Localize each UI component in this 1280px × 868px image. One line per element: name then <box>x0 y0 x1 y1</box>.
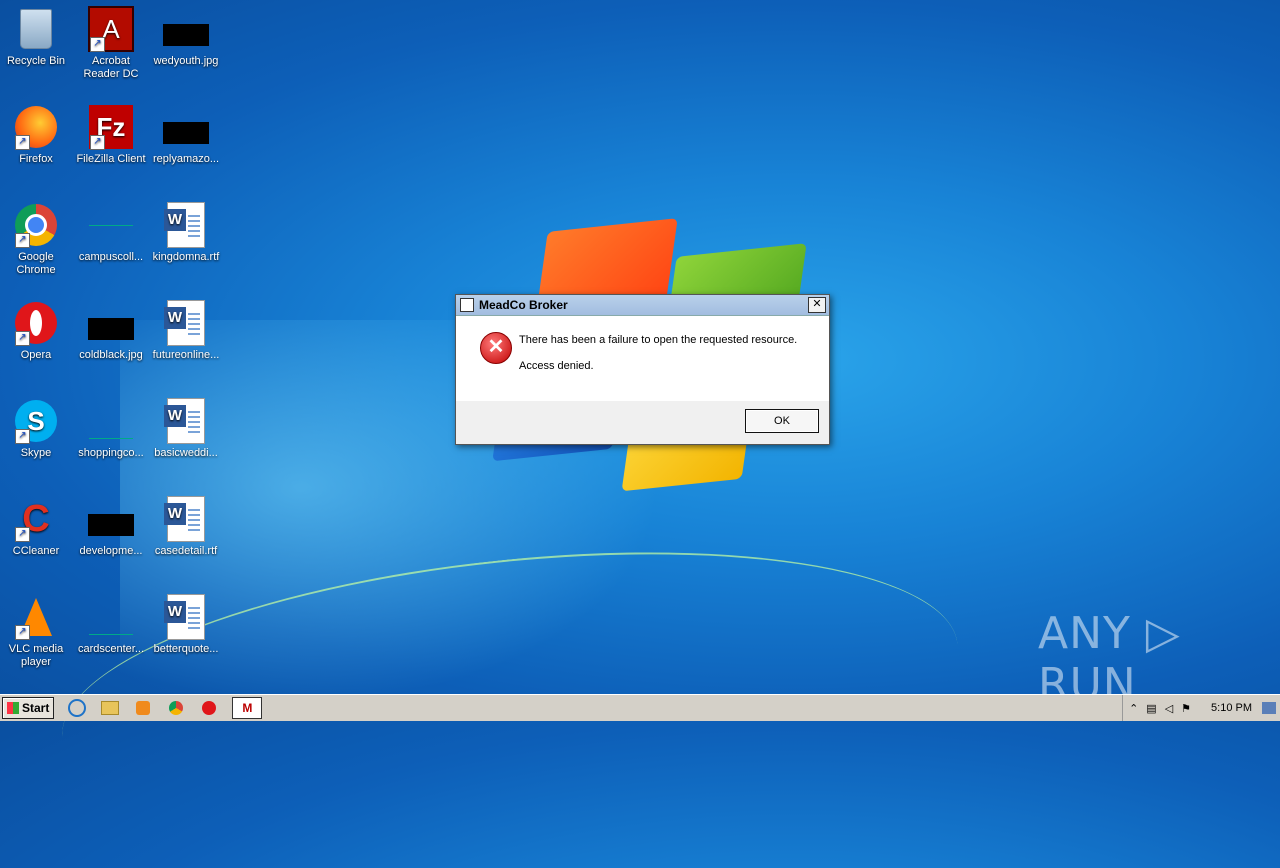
recycle-bin-icon <box>13 6 59 52</box>
desktop-icon-rtf[interactable]: W basicweddi... <box>150 398 222 460</box>
icon-label: kingdomna.rtf <box>152 251 220 263</box>
desktop-icon-recycle-bin[interactable]: Recycle Bin <box>0 6 72 68</box>
shortcut-arrow-icon: ↗ <box>15 527 30 542</box>
icon-label: betterquote... <box>153 643 219 655</box>
action-center-flag-icon[interactable]: ⚑ <box>1181 702 1191 715</box>
icon-label: wedyouth.jpg <box>153 55 219 67</box>
media-player-icon[interactable] <box>133 698 153 718</box>
word-document-icon: W <box>163 300 209 346</box>
icon-label: Recycle Bin <box>6 55 66 67</box>
icon-label: developme... <box>79 545 143 557</box>
clock[interactable]: 5:10 PM <box>1211 702 1252 714</box>
desktop-icon-vlc[interactable]: ↗ VLC media player <box>0 594 72 669</box>
icon-label: shoppingco... <box>78 447 144 459</box>
shortcut-arrow-icon: ↗ <box>15 331 30 346</box>
vlc-cone-icon: ↗ <box>13 594 59 640</box>
desktop-icon-chrome[interactable]: ↗ Google Chrome <box>0 202 72 277</box>
icon-label: futureonline... <box>152 349 220 361</box>
shortcut-arrow-icon: ↗ <box>15 429 30 444</box>
icon-label: Skype <box>20 447 52 459</box>
image-thumbnail-icon <box>163 6 209 52</box>
icon-label: Firefox <box>19 153 53 165</box>
icon-label: CCleaner <box>12 545 60 557</box>
dialog-titlebar[interactable]: MeadCo Broker ✕ <box>456 295 829 316</box>
system-tray: ⌃ ▤ ◁ ⚑ 5:10 PM <box>1122 695 1280 721</box>
ccleaner-icon: C ↗ <box>13 496 59 542</box>
filezilla-icon: Fz ↗ <box>88 104 134 150</box>
icon-label: Google Chrome <box>16 251 56 276</box>
opera-icon: ↗ <box>13 300 59 346</box>
desktop-icon-file[interactable]: shoppingco... <box>75 398 147 460</box>
desktop-icon-image[interactable]: coldblack.jpg <box>75 300 147 362</box>
icon-label: replyamazo... <box>152 153 220 165</box>
start-button[interactable]: Start <box>2 697 55 719</box>
desktop-icon-image[interactable]: developme... <box>75 496 147 558</box>
desktop-icon-opera[interactable]: ↗ Opera <box>0 300 72 362</box>
desktop-icon-file[interactable]: cardscenter... <box>75 594 147 656</box>
start-label: Start <box>22 701 50 715</box>
app-window-icon <box>460 298 474 312</box>
icon-label: FileZilla Client <box>76 153 146 165</box>
blank-file-icon <box>88 202 134 248</box>
desktop-icon-firefox[interactable]: ↗ Firefox <box>0 104 72 166</box>
desktop-icon-rtf[interactable]: W kingdomna.rtf <box>150 202 222 264</box>
blank-file-icon <box>88 594 134 640</box>
firefox-icon: ↗ <box>13 104 59 150</box>
icon-label: campuscoll... <box>78 251 144 263</box>
icon-label: Opera <box>20 349 52 361</box>
shortcut-arrow-icon: ↗ <box>90 37 105 52</box>
acrobat-icon: A ↗ <box>88 6 134 52</box>
desktop-icon-rtf[interactable]: W futureonline... <box>150 300 222 362</box>
word-document-icon: W <box>163 496 209 542</box>
shortcut-arrow-icon: ↗ <box>90 135 105 150</box>
error-icon: ✕ <box>480 332 512 364</box>
chrome-icon: ↗ <box>13 202 59 248</box>
internet-explorer-icon[interactable] <box>67 698 87 718</box>
image-thumbnail-icon <box>88 300 134 346</box>
icon-label: cardscenter... <box>77 643 145 655</box>
desktop-icon-image[interactable]: wedyouth.jpg <box>150 6 222 68</box>
desktop-icon-ccleaner[interactable]: C ↗ CCleaner <box>0 496 72 558</box>
icon-label: Acrobat Reader DC <box>83 55 139 80</box>
error-dialog: MeadCo Broker ✕ ✕ There has been a failu… <box>455 294 830 445</box>
shortcut-arrow-icon: ↗ <box>15 233 30 248</box>
desktop-icon-file[interactable]: campuscoll... <box>75 202 147 264</box>
image-thumbnail-icon <box>88 496 134 542</box>
file-explorer-icon[interactable] <box>100 698 120 718</box>
word-document-icon: W <box>163 202 209 248</box>
icon-label: VLC media player <box>8 643 64 668</box>
image-thumbnail-icon <box>163 104 209 150</box>
ok-button[interactable]: OK <box>745 409 819 433</box>
icon-label: basicweddi... <box>154 447 218 459</box>
skype-icon: S ↗ <box>13 398 59 444</box>
show-hidden-icons-button[interactable]: ⌃ <box>1129 702 1138 715</box>
word-document-icon: W <box>163 594 209 640</box>
desktop-icon-filezilla[interactable]: Fz ↗ FileZilla Client <box>75 104 147 166</box>
desktop-icon-rtf[interactable]: W betterquote... <box>150 594 222 656</box>
icon-label: casedetail.rtf <box>154 545 218 557</box>
shortcut-arrow-icon: ↗ <box>15 135 30 150</box>
dialog-body: ✕ There has been a failure to open the r… <box>456 316 829 401</box>
network-icon[interactable]: ▤ <box>1146 702 1156 715</box>
icon-label: coldblack.jpg <box>79 349 143 361</box>
blank-file-icon <box>88 398 134 444</box>
show-desktop-button[interactable] <box>1262 702 1276 714</box>
windows-flag-icon <box>7 702 19 714</box>
opera-taskbar-icon[interactable] <box>199 698 219 718</box>
close-button[interactable]: ✕ <box>808 297 826 313</box>
error-detail: Access denied. <box>519 360 594 372</box>
meadco-taskbar-button[interactable]: M <box>232 697 263 719</box>
desktop-icon-rtf[interactable]: W casedetail.rtf <box>150 496 222 558</box>
volume-icon[interactable]: ◁ <box>1165 702 1173 715</box>
dialog-title: MeadCo Broker <box>479 298 568 312</box>
desktop-icon-acrobat[interactable]: A ↗ Acrobat Reader DC <box>75 6 147 81</box>
chrome-taskbar-icon[interactable] <box>166 698 186 718</box>
desktop-icon-image[interactable]: replyamazo... <box>150 104 222 166</box>
desktop-icon-skype[interactable]: S ↗ Skype <box>0 398 72 460</box>
taskbar: Start M ⌃ ▤ ◁ ⚑ 5:10 PM <box>0 694 1280 721</box>
error-message: There has been a failure to open the req… <box>519 334 798 346</box>
shortcut-arrow-icon: ↗ <box>15 625 30 640</box>
word-document-icon: W <box>163 398 209 444</box>
